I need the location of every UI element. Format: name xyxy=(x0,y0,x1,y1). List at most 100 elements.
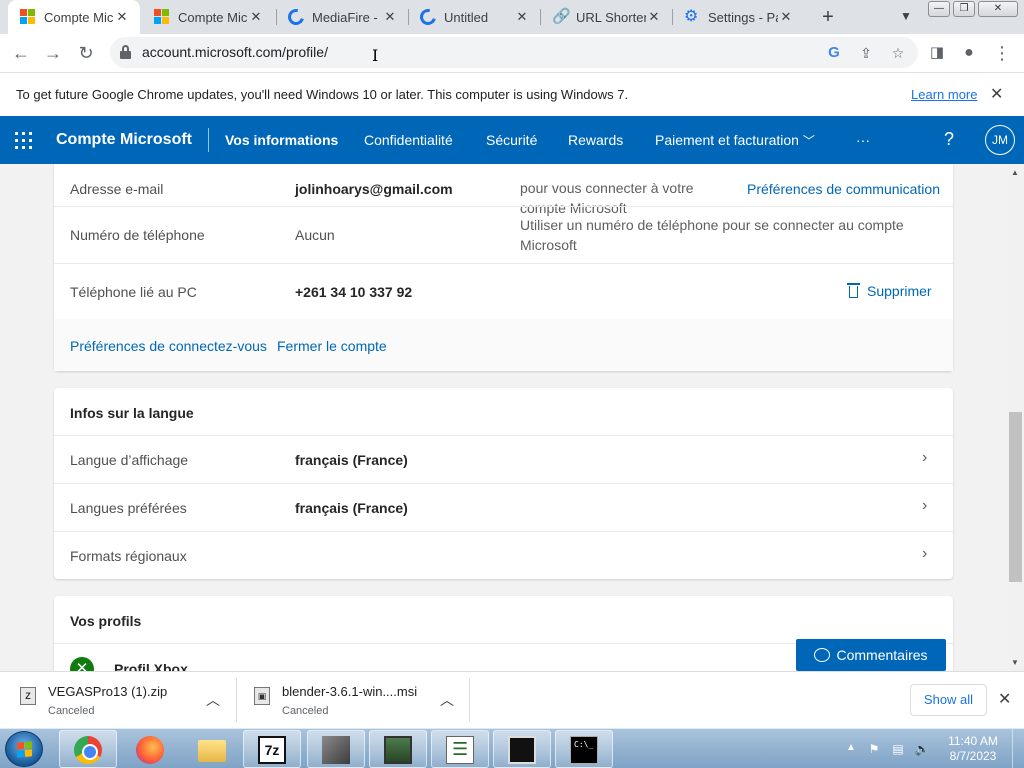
app-launcher-icon[interactable] xyxy=(15,132,32,149)
reload-icon[interactable]: ↻ xyxy=(73,40,99,66)
download-item-vegas[interactable]: Z VEGASPro13 (1).zip Canceled ︿ xyxy=(20,678,232,724)
tab-settings[interactable]: ⚙ Settings - Pa ✕ xyxy=(672,0,804,34)
download-item-blender[interactable]: ▣ blender-3.6.1-win....msi Canceled ︿ xyxy=(254,678,466,724)
taskbar-cmd[interactable]: C:\_ xyxy=(555,730,613,768)
chevron-down-icon: ﹀ xyxy=(802,134,815,148)
chevron-right-icon: › xyxy=(922,497,928,514)
menu-kebab-icon[interactable]: ⋮ xyxy=(989,40,1015,66)
tab-url-shortener[interactable]: 🔗 URL Shortene ✕ xyxy=(540,0,672,34)
taskbar-explorer[interactable] xyxy=(183,730,241,768)
email-value: jolinhoarys@gmail.com xyxy=(295,181,453,197)
feedback-label: Commentaires xyxy=(836,647,928,663)
tab-search-chevron-icon[interactable]: ▼ xyxy=(896,6,916,26)
close-account-link[interactable]: Fermer le compte xyxy=(277,338,387,354)
phone-note: Utiliser un numéro de téléphone pour se … xyxy=(520,217,904,253)
action-center-flag-icon[interactable]: ⚑ xyxy=(866,741,882,757)
side-panel-icon[interactable]: ◨ xyxy=(924,40,950,66)
tab-compte-microsoft-1[interactable]: Compte Micr ✕ xyxy=(8,0,140,34)
update-infobar: To get future Google Chrome updates, you… xyxy=(0,72,1024,116)
share-icon[interactable]: ⇪ xyxy=(856,43,876,63)
infobar-close-icon[interactable]: ✕ xyxy=(990,84,1003,104)
nav-item-confidentialite[interactable]: Confidentialité xyxy=(364,132,453,148)
download-status: Canceled xyxy=(282,705,329,717)
nav-item-rewards[interactable]: Rewards xyxy=(568,132,623,148)
chevron-up-icon[interactable]: ︿ xyxy=(440,690,454,710)
nav-item-vos-informations[interactable]: Vos informations xyxy=(225,132,338,148)
start-button[interactable] xyxy=(5,731,43,767)
downloads-close-icon[interactable]: ✕ xyxy=(998,689,1011,709)
address-bar[interactable]: account.microsoft.com/profile/ G ⇪ ☆ xyxy=(110,37,918,68)
scroll-up-arrow-icon[interactable]: ▲ xyxy=(1011,168,1019,177)
show-hidden-icons-arrow-icon[interactable]: ▲ xyxy=(846,742,856,753)
back-arrow-icon[interactable]: ← xyxy=(8,40,34,66)
nav-item-paiement[interactable]: Paiement et facturation ﹀ xyxy=(655,132,815,149)
display-language-row[interactable]: Langue d’affichage français (France) › xyxy=(54,435,953,483)
show-desktop-button[interactable] xyxy=(1012,729,1024,768)
taskbar-firefox[interactable] xyxy=(121,730,179,768)
trash-icon[interactable] xyxy=(847,282,860,298)
nav-item-securite[interactable]: Sécurité xyxy=(486,132,537,148)
close-icon[interactable]: ✕ xyxy=(514,9,530,25)
taskbar-monitor-app[interactable] xyxy=(369,730,427,768)
chevron-right-icon: › xyxy=(922,545,928,562)
minimize-button[interactable]: — xyxy=(928,1,950,17)
taskbar-7zip[interactable]: 7z xyxy=(243,730,301,768)
page-scrollbar[interactable]: ▲ ▼ xyxy=(1007,164,1024,671)
download-separator xyxy=(469,678,470,722)
network-icon[interactable]: ▤ xyxy=(890,741,906,757)
taskbar-video-app[interactable] xyxy=(493,730,551,768)
url-text[interactable]: account.microsoft.com/profile/ xyxy=(142,44,328,60)
taskbar-task-list[interactable] xyxy=(431,730,489,768)
avatar[interactable]: JM xyxy=(985,125,1015,155)
tab-compte-microsoft-2[interactable]: Compte Micr ✕ xyxy=(142,0,274,34)
close-icon[interactable]: ✕ xyxy=(114,9,130,25)
close-icon[interactable]: ✕ xyxy=(382,9,398,25)
nav-more-menu[interactable]: ··· xyxy=(856,132,870,148)
preferred-languages-row[interactable]: Langues préférées français (France) › xyxy=(54,483,953,531)
installer-file-icon: ▣ xyxy=(254,687,270,705)
google-lens-icon[interactable]: G xyxy=(824,43,844,63)
delete-phone-button[interactable]: Supprimer xyxy=(867,283,932,299)
scroll-down-arrow-icon[interactable]: ▼ xyxy=(1011,658,1019,667)
page-content: Adresse e-mail jolinhoarys@gmail.com pou… xyxy=(0,164,1024,671)
feedback-button[interactable]: Commentaires xyxy=(796,639,946,671)
help-icon[interactable]: ? xyxy=(944,129,954,150)
gear-icon: ⚙ xyxy=(684,8,699,25)
chevron-right-icon: › xyxy=(922,449,928,466)
close-icon[interactable]: ✕ xyxy=(778,9,794,25)
system-clock[interactable]: 11:40 AM 8/7/2023 xyxy=(944,734,1002,764)
scrollbar-thumb[interactable] xyxy=(1009,412,1022,582)
show-all-downloads-button[interactable]: Show all xyxy=(910,684,987,716)
zip-file-icon: Z xyxy=(20,687,36,705)
taskbar-chrome[interactable] xyxy=(59,730,117,768)
new-tab-button[interactable]: + xyxy=(816,5,840,29)
communication-preferences-link[interactable]: Préférences de communication xyxy=(747,181,940,197)
sign-in-preferences-link[interactable]: Préférences de connectez-vous xyxy=(70,338,267,354)
learn-more-link[interactable]: Learn more xyxy=(911,87,977,102)
regional-formats-row[interactable]: Formats régionaux › xyxy=(54,531,953,579)
forward-arrow-icon[interactable]: → xyxy=(40,40,66,66)
chat-bubble-icon xyxy=(814,648,831,662)
nav-divider xyxy=(208,128,209,152)
lock-icon[interactable] xyxy=(120,45,131,59)
volume-icon[interactable]: 🔈 xyxy=(914,741,930,757)
maximize-button[interactable]: ❐ xyxy=(953,1,975,17)
chevron-up-icon[interactable]: ︿ xyxy=(206,690,220,710)
close-icon[interactable]: ✕ xyxy=(646,9,662,25)
profile-icon[interactable]: ● xyxy=(956,40,982,66)
bookmark-star-icon[interactable]: ☆ xyxy=(888,43,908,63)
window-close-button[interactable]: ✕ xyxy=(978,1,1018,17)
microsoft-account-nav: Compte Microsoft Vos informations Confid… xyxy=(0,116,1024,164)
tab-untitled[interactable]: Untitled ✕ xyxy=(408,0,540,34)
tab-title: URL Shortene xyxy=(576,9,646,25)
phone-value: Aucun xyxy=(295,227,335,243)
tab-mediafire[interactable]: MediaFire - F ✕ xyxy=(276,0,408,34)
brand-title[interactable]: Compte Microsoft xyxy=(56,131,192,149)
close-icon[interactable]: ✕ xyxy=(248,9,264,25)
taskbar-film-app[interactable] xyxy=(307,730,365,768)
cmd-icon: C:\_ xyxy=(570,736,598,764)
preferred-languages-value: français (France) xyxy=(295,500,408,516)
display-language-label: Langue d’affichage xyxy=(70,452,189,468)
clock-date: 8/7/2023 xyxy=(949,749,997,763)
monitor-app-icon xyxy=(384,736,412,764)
